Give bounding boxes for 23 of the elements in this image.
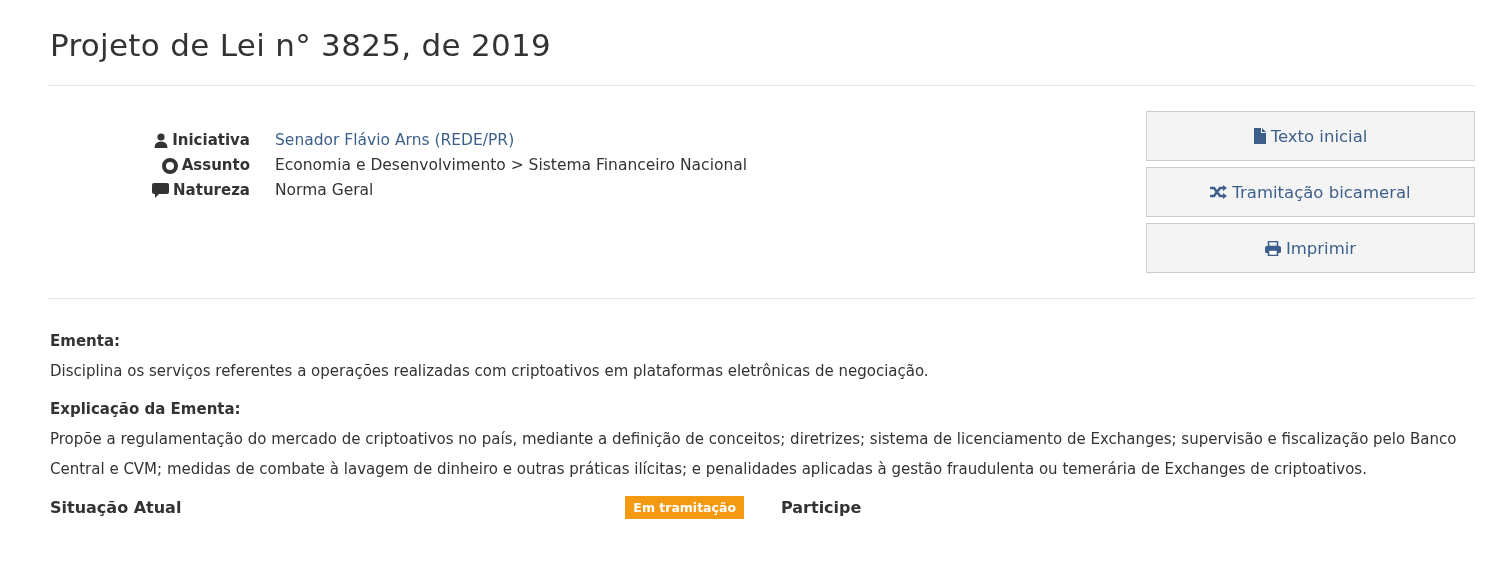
participate-heading: Participe <box>781 498 862 517</box>
circle-icon <box>161 157 178 174</box>
section-heading: Explicação da Ementa: <box>50 399 242 420</box>
section-heading: Ementa: <box>50 331 122 352</box>
field-value: Economia e Desenvolvimento > Sistema Financeiro Nacional <box>275 155 748 176</box>
status-heading: Situação Atual <box>50 498 182 517</box>
shuffle-icon <box>1210 185 1228 199</box>
action-button[interactable]: Texto inicial <box>1146 111 1475 161</box>
field-label: Natureza <box>173 180 250 201</box>
field-label: Assunto <box>181 155 250 176</box>
field-value: Norma Geral <box>275 180 375 201</box>
status-badge: Em tramitação <box>625 496 744 519</box>
field-label: Iniciativa <box>172 130 250 151</box>
person-icon <box>154 133 169 148</box>
printer-icon <box>1264 240 1281 256</box>
section-text: Propõe a regulamentação do mercado de criptoativos no país, mediante a definição de conceitos; diretrizes; sistema de licenciamento de Exchanges; supervisão e fiscalização pelo Banco Central e CVM; medidas de combate à lavagem de dinheiro e outras práticas ilícitas; e penalidades aplicadas à gestão fraudulenta ou temerária de Exchanges de criptoativos. <box>50 429 1458 480</box>
speech-bubble-icon <box>152 182 170 199</box>
page-title: Projeto de Lei n° 3825, de 2019 <box>50 26 553 65</box>
author-link[interactable]: Senador Flávio Arns (REDE/PR) <box>275 128 748 153</box>
section-text: Disciplina os serviços referentes a operações realizadas com criptoativos em plataformas eletrônicas de negociação. <box>50 361 930 382</box>
action-button[interactable]: Tramitação bicameral <box>1146 167 1475 217</box>
action-button[interactable]: Imprimir <box>1146 223 1475 273</box>
document-icon <box>1253 128 1266 144</box>
